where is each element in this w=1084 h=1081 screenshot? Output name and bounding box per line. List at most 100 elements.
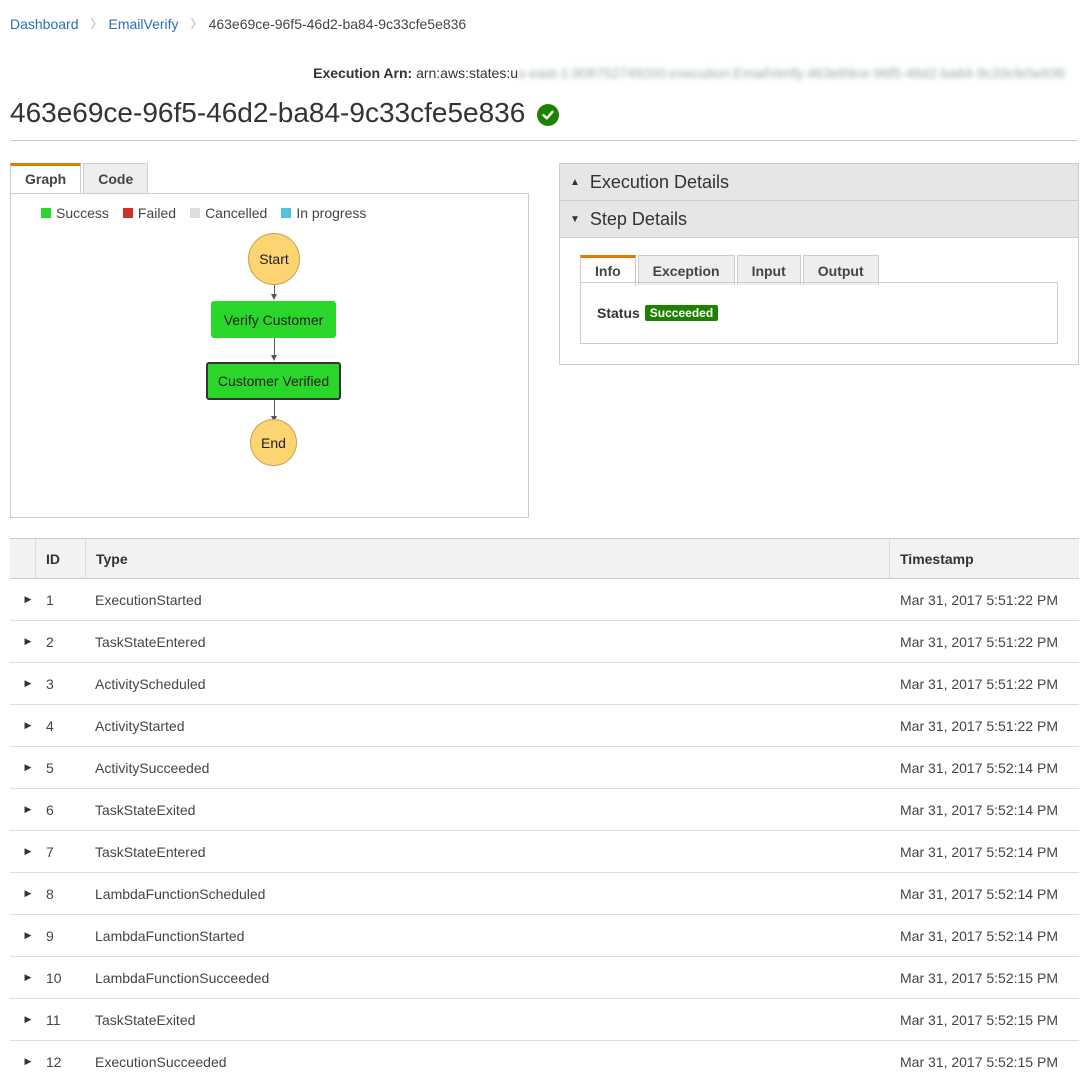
tab-code[interactable]: Code: [83, 163, 149, 193]
row-timestamp: Mar 31, 2017 5:51:22 PM: [900, 591, 1058, 608]
row-id: 7: [46, 843, 54, 860]
legend-cancelled: Cancelled: [190, 205, 267, 221]
graph-legend: Success Failed Cancelled In progress: [41, 205, 380, 221]
caret-down-icon: ▼: [570, 213, 580, 225]
row-type: TaskStateExited: [95, 801, 196, 818]
tab-output[interactable]: Output: [802, 255, 879, 285]
table-row[interactable]: ▶ 7 TaskStateEntered Mar 31, 2017 5:52:14 P…: [10, 831, 1079, 873]
page-title: 463e69ce-96f5-46d2-ba84-9c33cfe5e836: [10, 97, 560, 129]
row-type: LambdaFunctionStarted: [95, 927, 245, 944]
legend-failed: Failed: [122, 205, 177, 221]
row-type: ActivitySucceeded: [95, 759, 210, 776]
expand-caret-icon[interactable]: ▶: [10, 915, 36, 956]
legend-cancelled-swatch: [190, 208, 201, 218]
graph-node-start[interactable]: Start: [248, 233, 300, 285]
row-type: LambdaFunctionSucceeded: [95, 969, 270, 986]
expand-caret-icon[interactable]: ▶: [10, 999, 36, 1040]
breadcrumb-separator-icon: 〉: [190, 17, 203, 31]
expand-caret-icon[interactable]: ▶: [10, 663, 36, 704]
header-timestamp[interactable]: Timestamp: [890, 539, 1079, 578]
tab-input[interactable]: Input: [736, 255, 801, 285]
expand-caret-icon[interactable]: ▶: [10, 789, 36, 830]
graph-panel: Success Failed Cancelled In progress Sta…: [10, 193, 529, 518]
table-row[interactable]: ▶ 11 TaskStateExited Mar 31, 2017 5:52:15 P…: [10, 999, 1079, 1041]
status-badge: Succeeded: [644, 305, 719, 321]
status-row: Status Succeeded: [597, 305, 719, 321]
table-row[interactable]: ▶ 5 ActivitySucceeded Mar 31, 2017 5:52:14 …: [10, 747, 1079, 789]
legend-in-progress-label: In progress: [296, 205, 367, 221]
row-type: LambdaFunctionScheduled: [95, 885, 266, 902]
graph-node-verify-customer[interactable]: Verify Customer: [211, 301, 336, 338]
graph-arrow-icon: [271, 355, 277, 361]
table-row[interactable]: ▶ 3 ActivityScheduled Mar 31, 2017 5:51:22 …: [10, 663, 1079, 705]
expand-caret-icon[interactable]: ▶: [10, 621, 36, 662]
header-type[interactable]: Type: [86, 539, 890, 578]
row-id: 5: [46, 759, 54, 776]
table-row[interactable]: ▶ 1 ExecutionStarted Mar 31, 2017 5:51:22 P…: [10, 579, 1079, 621]
row-type: TaskStateExited: [95, 1011, 196, 1028]
table-row[interactable]: ▶ 6 TaskStateExited Mar 31, 2017 5:52:14 PM: [10, 789, 1079, 831]
row-id: 2: [46, 633, 54, 650]
breadcrumb-separator-icon: 〉: [90, 17, 103, 31]
row-timestamp: Mar 31, 2017 5:52:14 PM: [900, 843, 1058, 860]
expand-caret-icon[interactable]: ▶: [10, 873, 36, 914]
row-timestamp: Mar 31, 2017 5:52:15 PM: [900, 1011, 1058, 1028]
expand-caret-icon[interactable]: ▶: [10, 705, 36, 746]
execution-arn-label: Execution Arn:: [313, 65, 413, 81]
table-row[interactable]: ▶ 2 TaskStateEntered Mar 31, 2017 5:51:22 P…: [10, 621, 1079, 663]
row-id: 8: [46, 885, 54, 902]
expand-caret-icon[interactable]: ▶: [10, 957, 36, 998]
page-title-text: 463e69ce-96f5-46d2-ba84-9c33cfe5e836: [10, 97, 526, 128]
header-expand: [10, 539, 36, 578]
table-row[interactable]: ▶ 12 ExecutionSucceeded Mar 31, 2017 5:52:1…: [10, 1041, 1079, 1081]
breadcrumb-emailverify-link[interactable]: EmailVerify: [109, 16, 179, 32]
execution-arn: Execution Arn: arn:aws:states:us-east-1:…: [313, 65, 1078, 81]
graph-arrow-icon: [271, 294, 277, 300]
tab-graph[interactable]: Graph: [10, 163, 82, 194]
breadcrumb: Dashboard 〉 EmailVerify 〉 463e69ce-96f5-…: [10, 15, 466, 32]
graph-node-end[interactable]: End: [250, 419, 297, 466]
legend-failed-label: Failed: [137, 205, 177, 221]
tab-exception[interactable]: Exception: [637, 255, 735, 285]
graph-tabs: Graph Code: [10, 163, 150, 194]
row-timestamp: Mar 31, 2017 5:52:14 PM: [900, 885, 1058, 902]
expand-caret-icon[interactable]: ▶: [10, 579, 36, 620]
row-timestamp: Mar 31, 2017 5:51:22 PM: [900, 675, 1058, 692]
table-row[interactable]: ▶ 8 LambdaFunctionScheduled Mar 31, 2017 5:…: [10, 873, 1079, 915]
row-timestamp: Mar 31, 2017 5:52:15 PM: [900, 969, 1058, 986]
row-id: 9: [46, 927, 54, 944]
title-divider: [10, 140, 1078, 141]
row-timestamp: Mar 31, 2017 5:52:14 PM: [900, 927, 1058, 944]
table-row[interactable]: ▶ 9 LambdaFunctionStarted Mar 31, 2017 5:52…: [10, 915, 1079, 957]
legend-success-swatch: [41, 208, 51, 218]
table-body: ▶ 1 ExecutionStarted Mar 31, 2017 5:51:22 P…: [10, 579, 1079, 1081]
legend-success-label: Success: [56, 205, 109, 221]
step-details-header[interactable]: ▼ Step Details: [560, 201, 1078, 238]
execution-details-header[interactable]: ▲ Execution Details: [560, 164, 1078, 201]
execution-arn-blurred: s-east-1:908752749200:execution:EmailVer…: [518, 65, 1066, 81]
graph-edge: [274, 285, 275, 294]
row-type: ActivityScheduled: [95, 675, 206, 692]
row-timestamp: Mar 31, 2017 5:51:22 PM: [900, 633, 1058, 650]
row-timestamp: Mar 31, 2017 5:52:14 PM: [900, 759, 1058, 776]
step-details-title: Step Details: [589, 208, 687, 229]
breadcrumb-dashboard-link[interactable]: Dashboard: [10, 16, 79, 32]
table-row[interactable]: ▶ 4 ActivityStarted Mar 31, 2017 5:51:22 PM: [10, 705, 1079, 747]
expand-caret-icon[interactable]: ▶: [10, 831, 36, 872]
graph-edge: [274, 338, 275, 355]
graph-edge: [274, 400, 275, 416]
expand-caret-icon[interactable]: ▶: [10, 747, 36, 788]
success-check-icon: [537, 104, 560, 126]
execution-arn-value: arn:aws:states:u: [416, 65, 518, 81]
row-type: ExecutionSucceeded: [95, 1053, 227, 1070]
legend-in-progress-swatch: [281, 208, 292, 218]
table-row[interactable]: ▶ 10 LambdaFunctionSucceeded Mar 31, 2017 5…: [10, 957, 1079, 999]
header-id[interactable]: ID: [36, 539, 86, 578]
graph-node-customer-verified[interactable]: Customer Verified: [206, 362, 341, 400]
expand-caret-icon[interactable]: ▶: [10, 1041, 36, 1081]
row-type: ExecutionStarted: [95, 591, 202, 608]
row-timestamp: Mar 31, 2017 5:52:15 PM: [900, 1053, 1058, 1070]
legend-in-progress: In progress: [281, 205, 366, 221]
row-id: 1: [46, 591, 54, 608]
legend-cancelled-label: Cancelled: [205, 205, 268, 221]
